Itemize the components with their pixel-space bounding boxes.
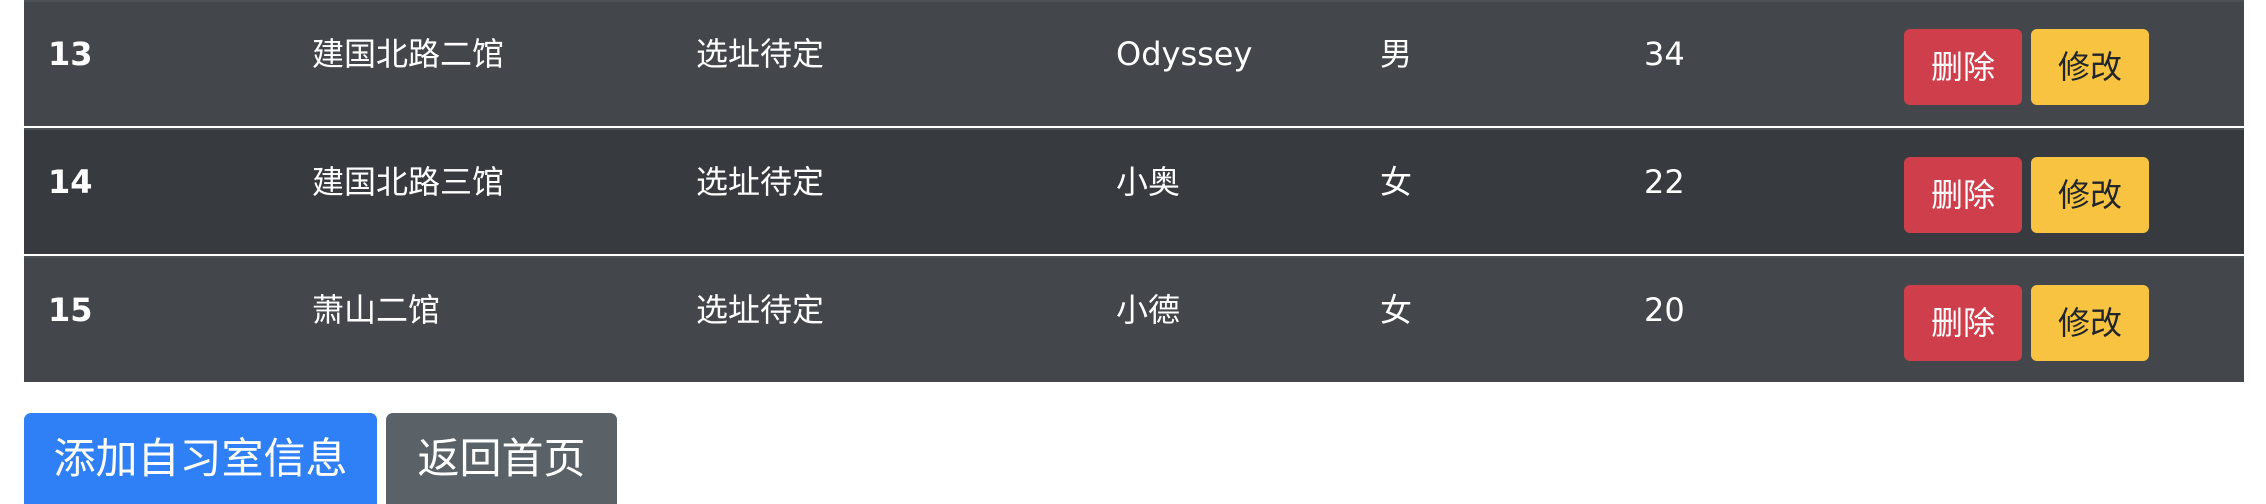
- delete-button[interactable]: 删除: [1904, 29, 2022, 105]
- room-name: 建国北路二馆: [312, 35, 505, 73]
- study-room-table: 13 建国北路二馆 选址待定 Odyssey 男 34 删除 修改 14 建国北…: [24, 0, 2244, 382]
- manager-gender: 女: [1380, 291, 1413, 329]
- manager-name: 小奥: [1116, 163, 1181, 201]
- room-name: 建国北路三馆: [312, 163, 505, 201]
- edit-button[interactable]: 修改: [2031, 285, 2149, 361]
- table-row: 14 建国北路三馆 选址待定 小奥 女 22 删除 修改: [24, 128, 2244, 254]
- delete-button[interactable]: 删除: [1904, 285, 2022, 361]
- row-id: 14: [48, 163, 93, 201]
- room-location: 选址待定: [696, 291, 825, 329]
- edit-button[interactable]: 修改: [2031, 29, 2149, 105]
- room-location: 选址待定: [696, 163, 825, 201]
- add-study-room-button[interactable]: 添加自习室信息: [24, 413, 377, 504]
- manager-name: Odyssey: [1116, 35, 1253, 73]
- manager-age: 34: [1644, 35, 1685, 73]
- manager-age: 22: [1644, 163, 1685, 201]
- manager-name: 小德: [1116, 291, 1181, 329]
- delete-button[interactable]: 删除: [1904, 157, 2022, 233]
- row-id: 13: [48, 35, 93, 73]
- table-row: 13 建国北路二馆 选址待定 Odyssey 男 34 删除 修改: [24, 0, 2244, 126]
- edit-button[interactable]: 修改: [2031, 157, 2149, 233]
- manager-gender: 女: [1380, 163, 1413, 201]
- manager-age: 20: [1644, 291, 1685, 329]
- room-name: 萧山二馆: [312, 291, 441, 329]
- page: 13 建国北路二馆 选址待定 Odyssey 男 34 删除 修改 14 建国北…: [0, 0, 2266, 504]
- row-id: 15: [48, 291, 93, 329]
- room-location: 选址待定: [696, 35, 825, 73]
- table-row: 15 萧山二馆 选址待定 小德 女 20 删除 修改: [24, 256, 2244, 382]
- back-home-button[interactable]: 返回首页: [386, 413, 617, 504]
- manager-gender: 男: [1380, 35, 1413, 73]
